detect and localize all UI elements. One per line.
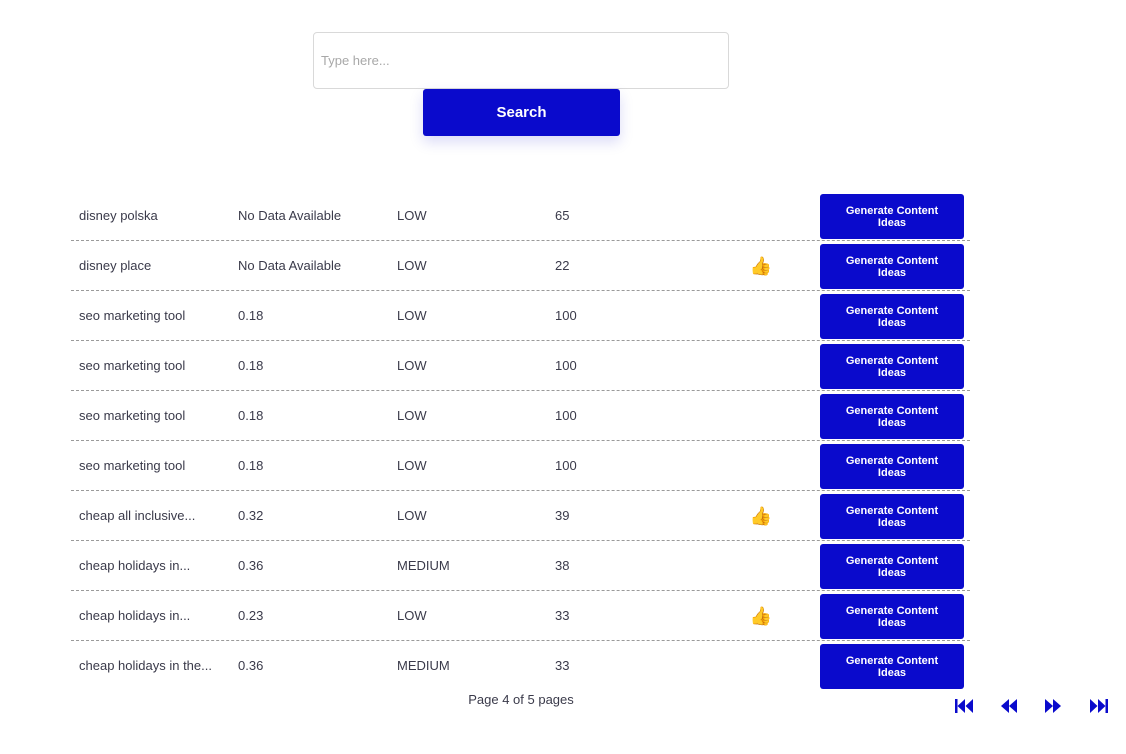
volume-cell: 100 xyxy=(555,308,577,323)
table-row: cheap holidays in the... 0.36 MEDIUM 33 … xyxy=(71,641,970,691)
keyword-cell: cheap holidays in... xyxy=(79,558,191,573)
cpc-cell: 0.32 xyxy=(238,508,264,523)
volume-cell: 33 xyxy=(555,608,570,623)
cpc-cell: 0.18 xyxy=(238,408,264,423)
competition-cell: LOW xyxy=(397,408,427,423)
thumbs-up-icon xyxy=(749,441,773,491)
first-page-icon[interactable] xyxy=(953,697,975,715)
volume-cell: 38 xyxy=(555,558,570,573)
cpc-cell: 0.36 xyxy=(238,558,264,573)
competition-cell: MEDIUM xyxy=(397,658,450,673)
thumbs-up-icon xyxy=(749,391,773,441)
cpc-cell: 0.18 xyxy=(238,458,264,473)
competition-cell: LOW xyxy=(397,358,427,373)
page: Search disney polska No Data Available L… xyxy=(0,0,1126,754)
keyword-cell: seo marketing tool xyxy=(79,458,186,473)
search-input[interactable] xyxy=(313,32,729,89)
thumbs-up-icon xyxy=(749,341,773,391)
volume-cell: 39 xyxy=(555,508,570,523)
keyword-cell: seo marketing tool xyxy=(79,358,186,373)
volume-cell: 33 xyxy=(555,658,570,673)
thumbs-up-icon: 👍 xyxy=(749,506,773,526)
generate-content-ideas-button[interactable]: Generate Content Ideas xyxy=(820,644,964,689)
cpc-cell: 0.23 xyxy=(238,608,264,623)
thumbs-up-icon xyxy=(749,641,773,691)
generate-content-ideas-button[interactable]: Generate Content Ideas xyxy=(820,544,964,589)
generate-content-ideas-button[interactable]: Generate Content Ideas xyxy=(820,444,964,489)
table-row: disney place No Data Available LOW 22 👍 … xyxy=(71,241,970,291)
generate-content-ideas-button[interactable]: Generate Content Ideas xyxy=(820,494,964,539)
volume-cell: 100 xyxy=(555,408,577,423)
generate-content-ideas-button[interactable]: Generate Content Ideas xyxy=(820,244,964,289)
generate-content-ideas-button[interactable]: Generate Content Ideas xyxy=(820,294,964,339)
keyword-cell: seo marketing tool xyxy=(79,408,186,423)
keyword-cell: cheap all inclusive... xyxy=(79,508,196,523)
generate-content-ideas-button[interactable]: Generate Content Ideas xyxy=(820,394,964,439)
thumbs-up-icon xyxy=(749,191,773,241)
generate-content-ideas-button[interactable]: Generate Content Ideas xyxy=(820,594,964,639)
keyword-table: disney polska No Data Available LOW 65 G… xyxy=(71,191,970,691)
page-indicator: Page 4 of 5 pages xyxy=(468,692,574,707)
table-row: seo marketing tool 0.18 LOW 100 Generate… xyxy=(71,341,970,391)
thumbs-up-icon xyxy=(749,541,773,591)
cpc-cell: 0.18 xyxy=(238,308,264,323)
table-row: cheap all inclusive... 0.32 LOW 39 👍 Gen… xyxy=(71,491,970,541)
volume-cell: 100 xyxy=(555,358,577,373)
volume-cell: 65 xyxy=(555,208,570,223)
next-page-icon[interactable] xyxy=(1042,697,1064,715)
generate-content-ideas-button[interactable]: Generate Content Ideas xyxy=(820,344,964,389)
competition-cell: LOW xyxy=(397,508,427,523)
search-button[interactable]: Search xyxy=(423,89,620,136)
competition-cell: LOW xyxy=(397,458,427,473)
table-row: cheap holidays in... 0.23 LOW 33 👍 Gener… xyxy=(71,591,970,641)
keyword-cell: seo marketing tool xyxy=(79,308,186,323)
volume-cell: 22 xyxy=(555,258,570,273)
cpc-cell: 0.18 xyxy=(238,358,264,373)
thumbs-up-icon: 👍 xyxy=(749,606,773,626)
keyword-cell: cheap holidays in... xyxy=(79,608,191,623)
cpc-cell: No Data Available xyxy=(238,258,342,273)
previous-page-icon[interactable] xyxy=(998,697,1020,715)
table-row: cheap holidays in... 0.36 MEDIUM 38 Gene… xyxy=(71,541,970,591)
competition-cell: LOW xyxy=(397,308,427,323)
keyword-cell: cheap holidays in the... xyxy=(79,658,212,673)
generate-content-ideas-button[interactable]: Generate Content Ideas xyxy=(820,194,964,239)
keyword-cell: disney polska xyxy=(79,208,158,223)
cpc-cell: No Data Available xyxy=(238,208,342,223)
competition-cell: LOW xyxy=(397,208,427,223)
last-page-icon[interactable] xyxy=(1088,697,1110,715)
table-row: seo marketing tool 0.18 LOW 100 Generate… xyxy=(71,441,970,491)
cpc-cell: 0.36 xyxy=(238,658,264,673)
competition-cell: LOW xyxy=(397,608,427,623)
volume-cell: 100 xyxy=(555,458,577,473)
keyword-cell: disney place xyxy=(79,258,152,273)
competition-cell: LOW xyxy=(397,258,427,273)
table-row: disney polska No Data Available LOW 65 G… xyxy=(71,191,970,241)
thumbs-up-icon: 👍 xyxy=(749,256,773,276)
thumbs-up-icon xyxy=(749,291,773,341)
competition-cell: MEDIUM xyxy=(397,558,450,573)
table-row: seo marketing tool 0.18 LOW 100 Generate… xyxy=(71,291,970,341)
table-row: seo marketing tool 0.18 LOW 100 Generate… xyxy=(71,391,970,441)
